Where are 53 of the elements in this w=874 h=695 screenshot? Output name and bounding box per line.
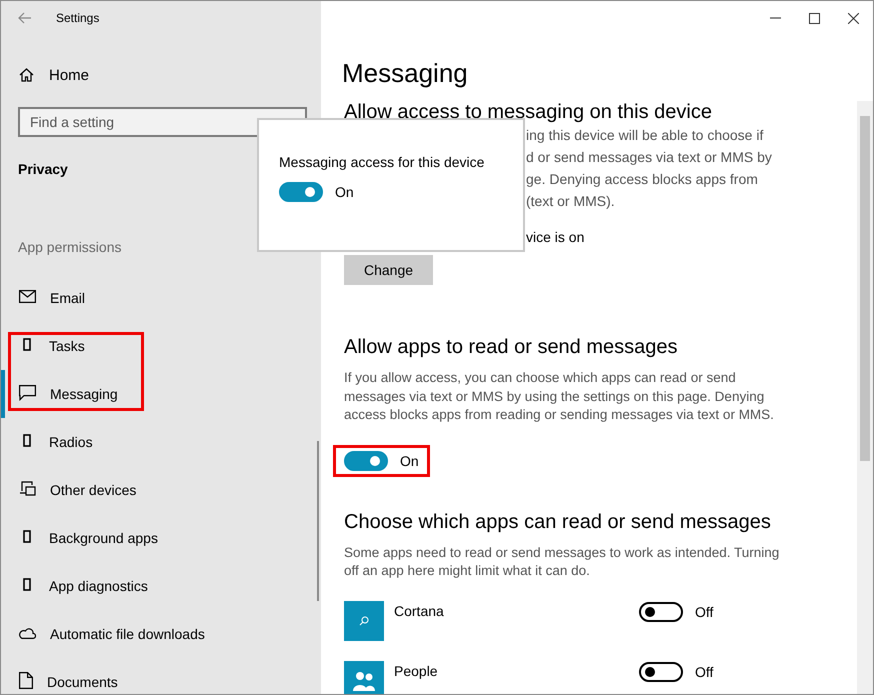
sidebar-item[interactable]: Background apps xyxy=(1,514,321,562)
description-text: d or send messages via text or MMS by xyxy=(526,148,773,167)
toggle-switch[interactable] xyxy=(639,662,683,682)
rectangle-icon xyxy=(23,338,31,351)
sidebar-item[interactable]: Other devices xyxy=(1,466,321,514)
back-arrow-icon[interactable] xyxy=(18,12,32,24)
sidebar-item[interactable]: App diagnostics xyxy=(1,562,321,610)
description-text: (text or MMS). xyxy=(526,192,616,211)
maximize-icon[interactable] xyxy=(809,12,820,24)
toggle-switch[interactable] xyxy=(279,182,323,202)
cloud-icon xyxy=(19,628,36,639)
sidebar-item[interactable]: Documents xyxy=(1,658,321,694)
rectangle-icon xyxy=(23,578,31,591)
scrollbar-thumb[interactable] xyxy=(860,116,870,461)
page-title: Messaging xyxy=(342,58,469,89)
popup-title: Messaging access for this device xyxy=(279,154,486,170)
toggle-label: Off xyxy=(695,664,714,680)
toggle-switch[interactable] xyxy=(639,602,683,622)
sidebar-item[interactable]: Messaging xyxy=(1,370,321,418)
status-text: vice is on xyxy=(526,229,586,245)
scrollbar-thumb[interactable] xyxy=(317,441,319,601)
close-icon[interactable] xyxy=(848,12,859,24)
window-title: Settings xyxy=(56,11,100,25)
toggle-label: On xyxy=(400,452,419,468)
rectangle-icon xyxy=(23,434,31,447)
app-name: People xyxy=(394,662,439,681)
home-icon xyxy=(19,68,34,82)
sidebar-item[interactable]: Radios xyxy=(1,418,321,466)
rectangle-icon xyxy=(23,530,31,543)
home-link[interactable]: Home xyxy=(1,51,321,99)
section-heading: Allow apps to read or send messages xyxy=(344,336,679,359)
sidebar-item[interactable]: Automatic file downloads xyxy=(1,610,321,658)
toggle-switch[interactable] xyxy=(344,450,388,470)
search-icon xyxy=(359,616,369,626)
group-heading: App permissions xyxy=(18,239,122,255)
description-text: If you allow access, you can choose which apps can read or send messages via text or MMS by using the settings on this page. Denying access blocks apps from reading or sending messages via text or MMS. xyxy=(344,369,775,424)
devices-icon xyxy=(19,481,36,496)
section-heading: Choose which apps can read or send messages xyxy=(344,510,772,534)
description-text: ge. Denying access blocks apps from xyxy=(526,170,759,189)
document-icon xyxy=(19,672,33,689)
speech-bubble-icon xyxy=(19,384,36,400)
sidebar-item[interactable]: Tasks xyxy=(1,322,321,370)
envelope-icon xyxy=(19,290,36,303)
toggle-label: Off xyxy=(695,604,714,620)
sidebar-item[interactable]: Email xyxy=(1,274,321,322)
change-button[interactable]: Change xyxy=(344,255,433,285)
section-heading: Allow access to messaging on this device xyxy=(344,101,713,124)
people-icon xyxy=(353,670,375,690)
toggle-label: On xyxy=(335,184,354,200)
minimize-icon[interactable] xyxy=(770,17,781,19)
description-text: Some apps need to read or send messages to work as intended. Turning off an app here might limit what it can do. xyxy=(344,544,780,580)
app-name: Cortana xyxy=(394,602,445,620)
description-text: ing this device will be able to choose if xyxy=(526,126,764,145)
